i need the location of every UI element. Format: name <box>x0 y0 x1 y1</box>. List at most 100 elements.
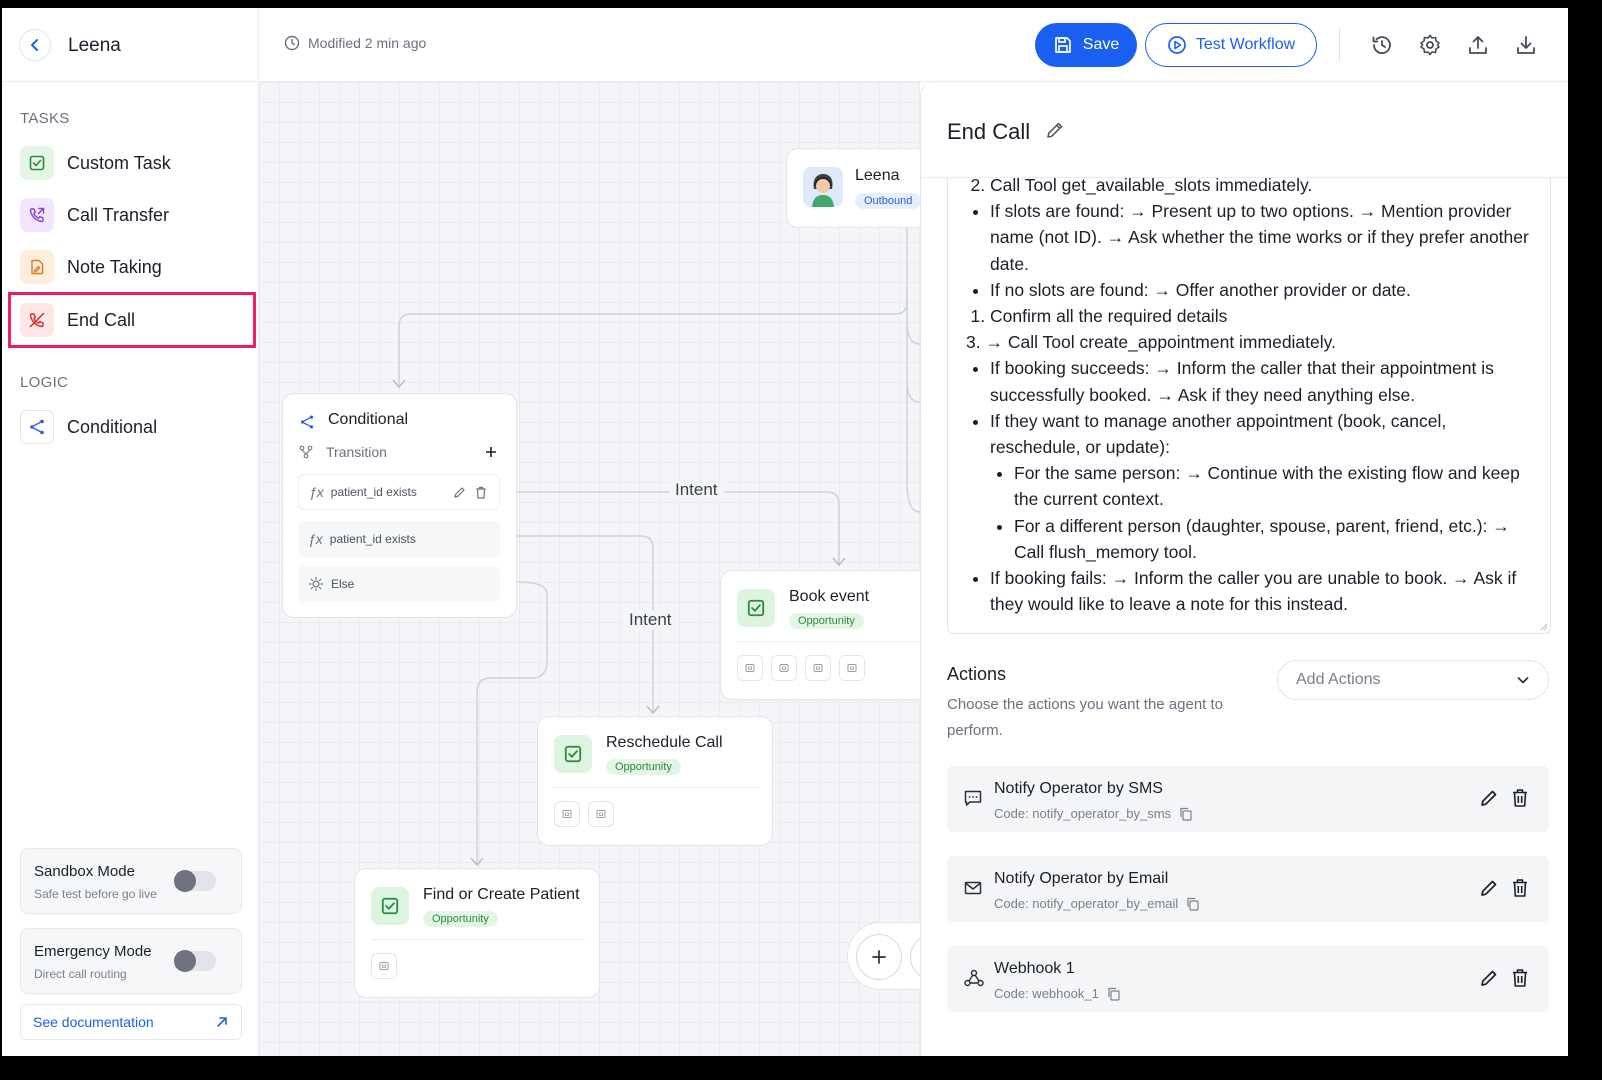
tool-icon <box>847 664 857 672</box>
sidebar-item-call-transfer[interactable]: Call Transfer <box>20 195 250 235</box>
task-node-book-event[interactable]: Book event Opportunity <box>720 570 920 700</box>
history-button[interactable] <box>1370 33 1394 57</box>
wire-label-intent: Intent <box>669 480 724 500</box>
modified-text: Modified 2 min ago <box>308 35 427 51</box>
action-code: Code: notify_operator_by_email <box>994 896 1179 911</box>
conditional-node-title: Conditional <box>328 411 409 428</box>
phone-forward-icon <box>20 198 54 232</box>
task-node-reschedule-call[interactable]: Reschedule Call Opportunity <box>537 716 773 846</box>
instruction-sub-bullet: For a different person (daughter, spouse… <box>1014 513 1536 565</box>
sidebar-item-custom-task[interactable]: Custom Task <box>20 143 250 183</box>
sidebar-item-conditional[interactable]: Conditional <box>20 407 250 447</box>
action-name: Notify Operator by Email <box>994 870 1169 887</box>
chevron-down-icon <box>1517 677 1529 684</box>
clock-icon <box>284 35 300 51</box>
check-square-icon <box>554 735 592 773</box>
instruction-bullet-group: If they want to manage another appointme… <box>990 408 1536 565</box>
note-icon <box>20 250 54 284</box>
transition-icon <box>299 445 313 459</box>
tool-chip[interactable] <box>554 801 580 827</box>
action-code: Code: notify_operator_by_sms <box>994 806 1172 821</box>
sandbox-mode-card: Sandbox Mode Safe test before go live <box>20 848 242 914</box>
modified-status: Modified 2 min ago <box>284 35 426 51</box>
instruction-bullet-text: If they want to manage another appointme… <box>990 410 1447 458</box>
pencil-icon[interactable] <box>453 486 466 499</box>
instructions-editor[interactable]: Call Tool get_available_slots immediatel… <box>947 178 1551 634</box>
workflow-canvas[interactable]: Leena Outbound Conditional Transition ƒx… <box>259 82 920 1056</box>
condition-row-else[interactable]: Else <box>298 566 500 602</box>
tool-chip[interactable] <box>588 801 614 827</box>
task-node-title: Reschedule Call <box>606 734 723 751</box>
task-node-badge: Opportunity <box>789 613 864 629</box>
agent-node-badge: Outbound <box>855 193 920 209</box>
gear-icon <box>1420 34 1440 56</box>
instruction-step: Call Tool get_available_slots immediatel… <box>990 178 1536 198</box>
check-square-icon <box>371 887 409 925</box>
settings-button[interactable] <box>1418 33 1442 57</box>
actions-title: Actions <box>947 664 1007 684</box>
tool-chip[interactable] <box>839 655 865 681</box>
resize-handle-icon[interactable] <box>1538 621 1548 631</box>
copy-icon[interactable] <box>1107 987 1121 1001</box>
sandbox-mode-subtitle: Safe test before go live <box>34 887 157 901</box>
zoom-out-button[interactable] <box>910 934 920 980</box>
download-icon <box>1517 36 1535 54</box>
edit-title-icon[interactable] <box>1045 120 1065 140</box>
branch-icon <box>300 415 314 429</box>
pencil-icon[interactable] <box>1479 788 1499 808</box>
tool-chip[interactable] <box>805 655 831 681</box>
trash-icon[interactable] <box>1511 788 1529 808</box>
panel-title: End Call <box>947 119 1031 144</box>
copy-icon[interactable] <box>1186 897 1200 911</box>
sandbox-mode-toggle[interactable] <box>174 870 216 892</box>
tool-icon <box>379 962 389 970</box>
back-button[interactable] <box>19 29 51 61</box>
save-button[interactable]: Save <box>1035 23 1137 67</box>
sun-icon <box>308 576 324 592</box>
add-actions-dropdown[interactable]: Add Actions <box>1277 660 1549 700</box>
upload-button[interactable] <box>1466 33 1490 57</box>
task-node-badge: Opportunity <box>606 759 681 775</box>
tool-chip[interactable] <box>371 953 397 979</box>
task-node-badge: Opportunity <box>423 911 498 927</box>
actions-description: Choose the actions you want the agent to… <box>947 696 1224 739</box>
panel-header: End Call <box>921 82 1568 178</box>
download-button[interactable] <box>1514 33 1538 57</box>
agent-node[interactable]: Leena Outbound <box>786 148 920 228</box>
zoom-in-button[interactable] <box>856 934 902 980</box>
save-icon <box>1054 37 1071 53</box>
workflow-editor: Leena Modified 2 min ago Save Test Workf… <box>2 8 1568 1056</box>
tool-chip[interactable] <box>737 655 763 681</box>
tool-chip[interactable] <box>771 655 797 681</box>
trash-icon[interactable] <box>475 486 487 499</box>
tool-icon <box>596 810 606 818</box>
agent-node-name: Leena <box>855 167 900 184</box>
test-workflow-button[interactable]: Test Workflow <box>1145 23 1317 67</box>
wire-label-intent: Intent <box>623 610 678 630</box>
trash-icon[interactable] <box>1511 968 1529 988</box>
action-card[interactable]: Notify Operator by SMS Code: notify_oper… <box>947 766 1549 832</box>
action-code-row: Code: notify_operator_by_email <box>994 896 1200 911</box>
trash-icon[interactable] <box>1511 878 1529 898</box>
instruction-bullet: If slots are found: → Present up to two … <box>990 198 1536 277</box>
app-name: Leena <box>68 35 121 56</box>
see-documentation-link[interactable]: See documentation <box>20 1004 242 1040</box>
function-icon: ƒx <box>309 484 324 500</box>
pencil-icon[interactable] <box>1479 968 1499 988</box>
condition-row[interactable]: ƒx patient_id exists <box>298 521 500 557</box>
emergency-mode-toggle[interactable] <box>174 950 216 972</box>
node-divider <box>371 939 585 940</box>
conditional-node[interactable]: Conditional Transition ƒx patient_id exi… <box>282 393 517 618</box>
action-card[interactable]: Webhook 1 Code: webhook_1 <box>947 946 1549 1012</box>
instruction-bullet: If no slots are found: → Offer another p… <box>990 277 1536 303</box>
task-node-find-or-create-patient[interactable]: Find or Create Patient Opportunity <box>354 868 600 998</box>
sidebar-item-note-taking[interactable]: Note Taking <box>20 247 250 287</box>
instruction-bullet: If booking succeeds: → Inform the caller… <box>990 355 1536 407</box>
add-transition-icon[interactable] <box>485 446 497 458</box>
pencil-icon[interactable] <box>1479 878 1499 898</box>
action-card[interactable]: Notify Operator by Email Code: notify_op… <box>947 856 1549 922</box>
zoom-controls <box>847 922 920 990</box>
condition-row[interactable]: ƒx patient_id exists <box>298 474 500 510</box>
copy-icon[interactable] <box>1179 807 1193 821</box>
header-divider <box>1339 28 1340 62</box>
